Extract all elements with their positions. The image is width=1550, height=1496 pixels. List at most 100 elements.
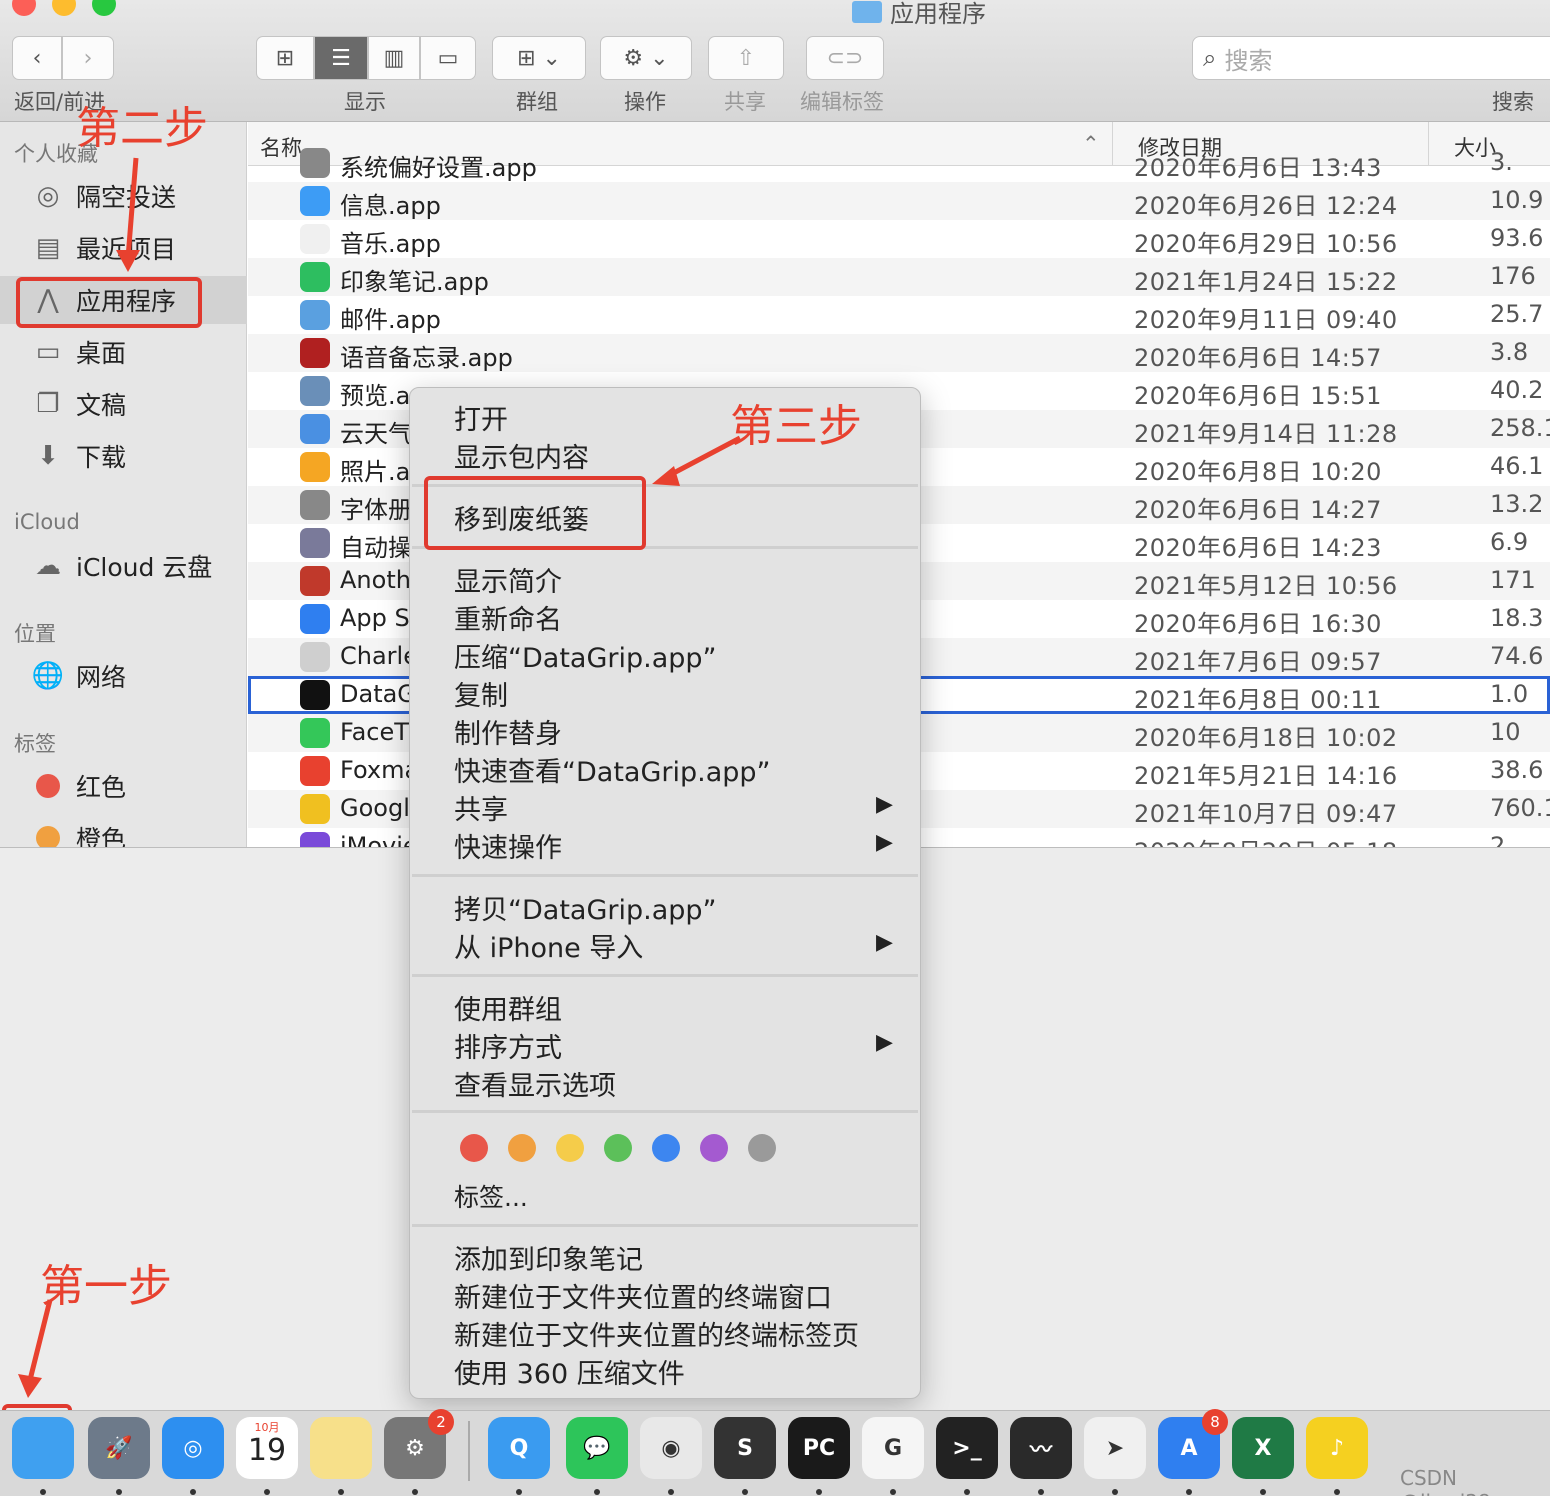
dock-foxmail-icon[interactable]: G <box>862 1417 924 1479</box>
dock-finder-icon[interactable] <box>12 1417 74 1479</box>
menu-item-new-terminal-tab[interactable]: 新建位于文件夹位置的终端标签页 <box>454 1314 859 1353</box>
dock-qq-music-icon[interactable]: ♪ <box>1306 1417 1368 1479</box>
dock-separator <box>468 1421 470 1481</box>
dock-paper-plane-icon[interactable]: ➤ <box>1084 1417 1146 1479</box>
column-view-button[interactable]: ▥ <box>368 36 420 80</box>
airdrop-icon: ◎ <box>36 181 60 211</box>
table-row[interactable]: 邮件.app 2020年9月11日 09:40 25.7 <box>248 296 1550 334</box>
dock-system-preferences-icon[interactable]: ⚙ 2 <box>384 1409 454 1479</box>
file-size: 18.3 <box>1490 604 1544 632</box>
menu-item-share[interactable]: 共享 <box>454 788 508 827</box>
sidebar-item-label: 隔空投送 <box>76 183 177 212</box>
running-indicator <box>1260 1489 1266 1495</box>
edit-tags-button[interactable]: ⊂⊃ <box>806 36 884 80</box>
dock-safari-icon[interactable]: ◎ <box>162 1417 224 1479</box>
menu-item-get-info[interactable]: 显示简介 <box>454 560 562 599</box>
menu-item-open[interactable]: 打开 <box>454 398 508 437</box>
file-name: App St <box>340 604 420 632</box>
menu-item-rename[interactable]: 重新命名 <box>454 598 562 637</box>
dock-chrome-icon[interactable]: ◉ <box>640 1417 702 1479</box>
sidebar-item-recents[interactable]: ▤ 最近项目 <box>0 224 247 272</box>
group-button[interactable]: ⊞ ⌄ <box>492 36 586 80</box>
menu-item-add-to-evernote[interactable]: 添加到印象笔记 <box>454 1238 643 1277</box>
icon-view-button[interactable]: ⊞ <box>256 36 314 80</box>
dock-wechat-icon[interactable]: 💬 <box>566 1417 628 1479</box>
cloud-icon: ☁ <box>35 551 61 581</box>
tag-color-dot[interactable] <box>700 1134 728 1162</box>
file-size: 38.6 <box>1490 756 1544 784</box>
menu-item-quick-actions[interactable]: 快速操作 <box>454 826 562 865</box>
tag-color-dot[interactable] <box>748 1134 776 1162</box>
dock-qq-browser-icon[interactable]: Q <box>488 1417 550 1479</box>
sidebar-item-downloads[interactable]: ⬇ 下载 <box>0 432 247 480</box>
sidebar-item-tag-red[interactable]: 红色 <box>0 762 247 810</box>
tag-color-dot[interactable] <box>508 1134 536 1162</box>
sidebar-item-tag-orange[interactable]: 橙色 <box>0 814 247 847</box>
table-row[interactable]: 音乐.app 2020年6月29日 10:56 93.6 <box>248 220 1550 258</box>
menu-item-duplicate[interactable]: 复制 <box>454 674 508 713</box>
forward-button[interactable]: › <box>62 36 114 80</box>
dock-calendar-icon[interactable]: 10月 19 <box>236 1417 298 1479</box>
file-name: 音乐.app <box>340 230 441 258</box>
file-size: 1.0 <box>1490 680 1529 708</box>
menu-item-compress[interactable]: 压缩“DataGrip.app” <box>454 636 717 675</box>
sidebar-item-desktop[interactable]: ▭ 桌面 <box>0 328 247 376</box>
table-row[interactable]: 印象笔记.app 2021年1月24日 15:22 176 <box>248 258 1550 296</box>
running-indicator <box>1112 1489 1118 1495</box>
tag-color-dot[interactable] <box>556 1134 584 1162</box>
menu-item-new-terminal-window[interactable]: 新建位于文件夹位置的终端窗口 <box>454 1276 832 1315</box>
menu-item-show-package-contents[interactable]: 显示包内容 <box>454 436 589 475</box>
table-row[interactable]: 系统偏好设置.app 2020年6月6日 13:43 3. <box>248 144 1550 182</box>
menu-item-make-alias[interactable]: 制作替身 <box>454 712 562 751</box>
group-label: 群组 <box>516 90 558 114</box>
file-size: 171 <box>1490 566 1536 594</box>
dock-excel-icon[interactable]: X <box>1232 1417 1294 1479</box>
sidebar-item-icloud-drive[interactable]: ☁ iCloud 云盘 <box>0 542 247 590</box>
sidebar-item-airdrop[interactable]: ◎ 隔空投送 <box>0 172 247 220</box>
table-row[interactable]: 语音备忘录.app 2020年6月6日 14:57 3.8 <box>248 334 1550 372</box>
dock-notes-icon[interactable] <box>310 1417 372 1479</box>
menu-item-use-groups[interactable]: 使用群组 <box>454 988 562 1027</box>
search-field[interactable]: ⌕ 搜索 <box>1192 36 1550 80</box>
file-date: 2021年5月12日 10:56 <box>1134 572 1398 600</box>
dock-activity-monitor-icon[interactable]: 〰 <box>1010 1417 1072 1479</box>
dock-glyph: S <box>737 1435 753 1461</box>
dock-terminal-icon[interactable]: >_ <box>936 1417 998 1479</box>
minimize-window-button[interactable] <box>52 0 76 16</box>
running-indicator <box>668 1489 674 1495</box>
tag-color-dot[interactable] <box>652 1134 680 1162</box>
file-date: 2020年6月18日 10:02 <box>1134 724 1398 752</box>
menu-item-view-options[interactable]: 查看显示选项 <box>454 1064 616 1103</box>
sidebar-item-label: iCloud 云盘 <box>76 553 213 582</box>
gallery-view-button[interactable]: ▭ <box>420 36 476 80</box>
menu-item-import-from-iphone[interactable]: 从 iPhone 导入 <box>454 926 643 965</box>
submenu-arrow-icon: ▶ <box>876 930 893 955</box>
menu-item-sort-by[interactable]: 排序方式 <box>454 1026 562 1065</box>
file-date: 2020年6月6日 14:57 <box>1134 344 1382 372</box>
dock-launchpad-icon[interactable]: 🚀 <box>88 1417 150 1479</box>
sidebar-item-documents[interactable]: ❐ 文稿 <box>0 380 247 428</box>
list-view-button[interactable]: ☰ <box>314 36 368 80</box>
file-size: 46.1 <box>1490 452 1544 480</box>
running-indicator <box>964 1489 970 1495</box>
step-two-label: 第二步 <box>76 103 208 154</box>
dock-pycharm-icon[interactable]: PC <box>788 1417 850 1479</box>
back-button[interactable]: ‹ <box>12 36 62 80</box>
dock-sublime-text-icon[interactable]: S <box>714 1417 776 1479</box>
menu-item-quick-look[interactable]: 快速查看“DataGrip.app” <box>454 750 771 789</box>
zoom-window-button[interactable] <box>92 0 116 16</box>
tag-color-dot[interactable] <box>460 1134 488 1162</box>
share-button[interactable]: ⇧ <box>708 36 784 80</box>
action-button[interactable]: ⚙ ⌄ <box>600 36 692 80</box>
menu-item-tags[interactable]: 标签... <box>454 1178 528 1214</box>
file-date: 2020年6月6日 14:27 <box>1134 496 1382 524</box>
tag-color-dot[interactable] <box>604 1134 632 1162</box>
menu-item-copy[interactable]: 拷贝“DataGrip.app” <box>454 888 717 927</box>
screen: { "window": {"title": "应用程序"}, "toolbar"… <box>0 0 1550 1496</box>
menu-item-compress-360[interactable]: 使用 360 压缩文件 <box>454 1352 685 1391</box>
dock-app-store-icon[interactable]: A8 <box>1158 1409 1228 1479</box>
sidebar-item-network[interactable]: 🌐 网络 <box>0 652 247 700</box>
table-row[interactable]: 信息.app 2020年6月26日 12:24 10.9 <box>248 182 1550 220</box>
close-window-button[interactable] <box>12 0 36 16</box>
file-date: 2020年6月6日 13:43 <box>1134 154 1382 182</box>
